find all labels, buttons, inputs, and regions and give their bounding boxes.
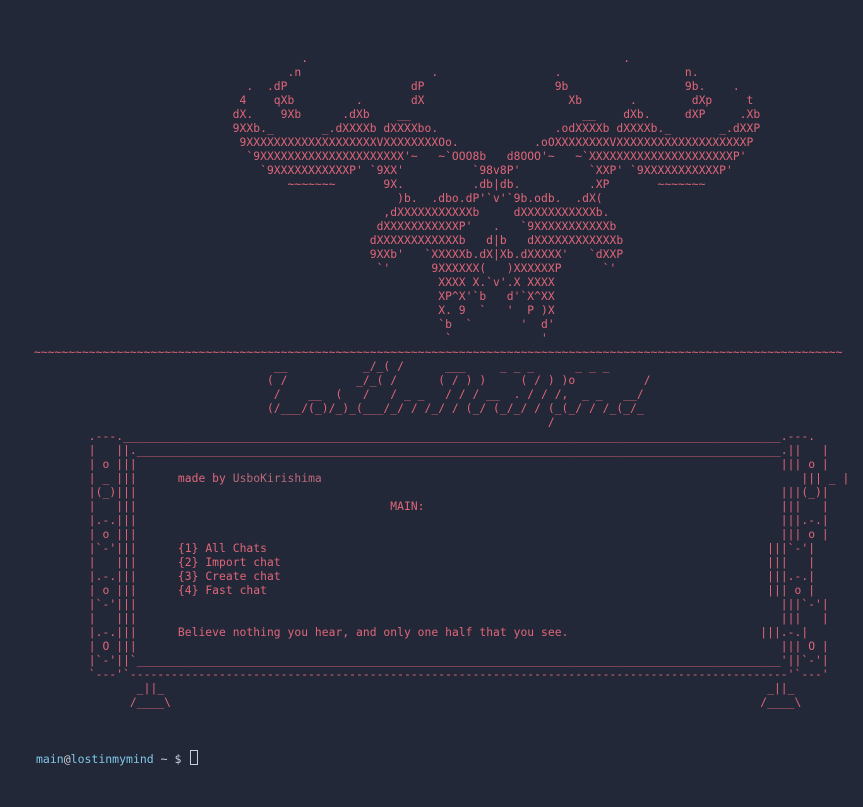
prompt-symbol: $ xyxy=(174,752,189,766)
prompt-host: lostinmymind xyxy=(70,752,154,766)
moose-art-line: 9XXb._ _.dXXXXb dXXXXbo. .odXXXXb dXXXXb… xyxy=(232,122,761,135)
logo-art-line: __ _/_( / ___ _ _ _ _ _ _ xyxy=(273,360,610,373)
moose-art-line: 9XXb' `XXXXXb.dX|Xb.dXXXXX' `dXXP xyxy=(369,248,624,261)
frame-top: .---.___________________________________… xyxy=(88,430,850,709)
terminal-window[interactable]: . . .n . . n. . .dP dP 9b 9b. . 4 qXb . … xyxy=(0,0,863,807)
menu-section-title: MAIN: xyxy=(390,500,425,513)
moose-art-line: dX. 9Xb .dXb __ __ dXb. dXP .Xb xyxy=(232,108,761,121)
moose-art-line: `b ` ' d' xyxy=(438,318,555,331)
moose-art-line: XXXX X.`v'.X XXXX xyxy=(438,276,555,289)
moose-art-line: .n . . n. xyxy=(287,66,699,79)
menu-item-import-chat[interactable]: {2} Import chat xyxy=(178,556,281,569)
moose-art-line: ,dXXXXXXXXXXXb dXXXXXXXXXXXb. xyxy=(383,206,610,219)
moose-art-line: dXXXXXXXXXXXP' . `9XXXXXXXXXXXb xyxy=(376,220,617,233)
logo-art-line: / xyxy=(547,416,555,429)
tilde-divider: ~~~~~~~~~~~~~~~~~~~~~~~~~~~~~~~~~~~~~~~~… xyxy=(34,346,843,359)
moose-art-line: 9XXXXXXXXXXXXXXXXXXXVXXXXXXXXOo. .oOXXXX… xyxy=(239,136,754,149)
moose-art-line: X. 9 ` ' P )X xyxy=(438,304,555,317)
moose-art-line: ~~~~~~~ 9X. .db|db. .XP ~~~~~~~ xyxy=(287,178,706,191)
logo-art-line: ( / _/_( / ( / ) ) ( / ) )o / xyxy=(266,374,651,387)
prompt-at: @ xyxy=(63,752,71,766)
terminal-output: . . .n . . n. . .dP dP 9b 9b. . 4 qXb . … xyxy=(34,52,849,710)
prompt-path: ~ xyxy=(153,752,175,766)
moose-art-line: )b. .dbo.dP'`v'`9b.odb. .dX( xyxy=(397,192,603,205)
text-cursor[interactable] xyxy=(190,750,199,765)
moose-art-line: `' 9XXXXXX( )XXXXXXP `' xyxy=(376,262,617,275)
menu-item-all-chats[interactable]: {1} All Chats xyxy=(178,542,267,555)
app-logo-ascii-art: __ _/_( / ___ _ _ _ _ _ _ ( / _/_( / ( /… xyxy=(34,360,651,429)
author-name: UsboKirishima xyxy=(232,472,322,485)
moose-art-line: dXXXXXXXXXXXXb d|b dXXXXXXXXXXXXb xyxy=(369,234,624,247)
moose-art-line: 4 qXb . dX Xb . dXp t xyxy=(239,94,754,107)
menu-item-fast-chat[interactable]: {4} Fast chat xyxy=(178,584,267,597)
made-by-label: made by xyxy=(177,472,226,485)
moose-art-line: `9XXXXXXXXXXXP' `9XX' `98v8P' `XXP' `9XX… xyxy=(260,164,733,177)
shell-prompt[interactable]: main@lostinmymind ~ $ xyxy=(36,750,199,766)
moose-art-line: XP^X'`b d'`X^XX xyxy=(438,290,555,303)
logo-art-line: (/___/(_)/_)_(___/_/ / /_/ / (_/ (_/_/ /… xyxy=(266,402,644,415)
prompt-user: main xyxy=(36,752,64,766)
menu-item-create-chat[interactable]: {3} Create chat xyxy=(178,570,281,583)
menu-quote: Believe nothing you hear, and only one h… xyxy=(177,626,569,639)
moose-art-line: `9XXXXXXXXXXXXXXXXXXXXX'~ ~`OOO8b d8OOO'… xyxy=(246,150,747,163)
logo-art-line: / __ ( / / _ _ / / / __ . / / /, _ _ __/ xyxy=(273,388,644,401)
moose-ascii-art: . . .n . . n. . .dP dP 9b 9b. . 4 qXb . … xyxy=(34,52,761,345)
moose-art-line: . .dP dP 9b 9b. . xyxy=(246,80,740,93)
moose-art-line: . . xyxy=(301,52,631,65)
moose-art-line: ` ' xyxy=(445,332,548,345)
